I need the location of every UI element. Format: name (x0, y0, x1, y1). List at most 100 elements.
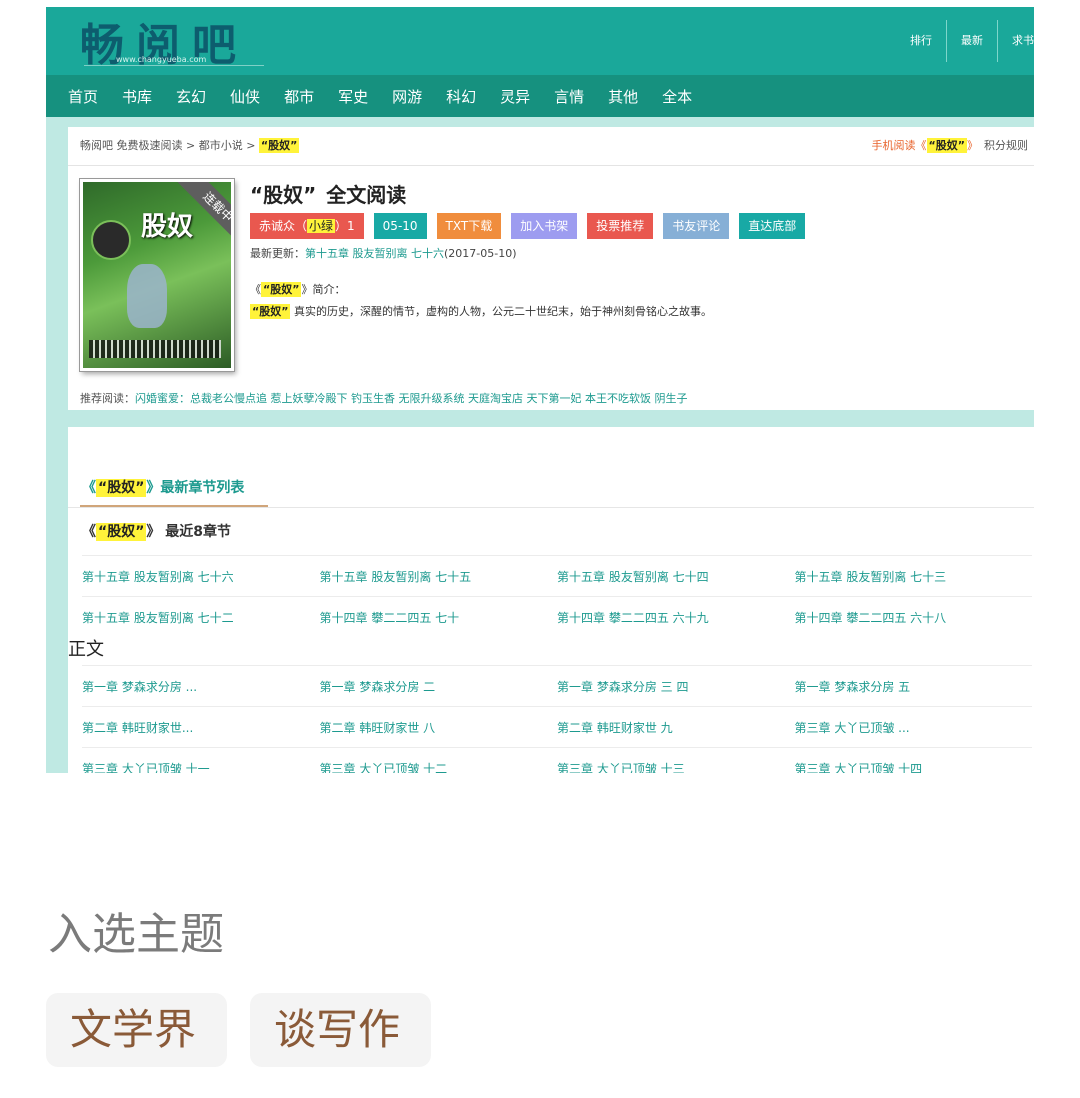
cover-strip (89, 340, 221, 358)
chapter-list-suffix: 》最新章节列表 (146, 480, 245, 496)
topic-heading: 入选主题 (48, 909, 224, 960)
nav-home[interactable]: 首页 (68, 86, 98, 107)
chapter-list-heading: 《 “股奴” 》最新章节列表 (82, 477, 244, 497)
chapter-panel: 《 “股奴” 》最新章节列表 《 “股奴” 》 最近8章节 第十五章 股友暂别离 七十六… (68, 427, 1034, 773)
breadcrumb-book[interactable]: “股奴” (258, 138, 300, 153)
chapter-link[interactable]: 第十五章 股友暂别离 七十三 (795, 568, 1033, 585)
jump-to-bottom-button[interactable]: 直达底部 (739, 213, 806, 239)
chapter-link[interactable]: 第十五章 股友暂别离 七十二 (82, 609, 320, 626)
recent-chapters-heading: 《 “股奴” 》 最近8章节 (82, 521, 231, 541)
chapter-link[interactable]: 第一章 梦森求分房 ... (82, 678, 320, 695)
topic-tag-writing[interactable]: 谈写作 (250, 993, 431, 1067)
update-date-badge: 05-10 (373, 213, 427, 239)
mobile-read-suffix: 》 (967, 139, 978, 152)
recent-chapter-grid: 第十五章 股友暂别离 七十六 第十五章 股友暂别离 七十五 第十五章 股友暂别离… (82, 555, 1032, 637)
chapter-link[interactable]: 第二章 韩旺财家世 九 (557, 719, 795, 736)
table-row: 第十五章 股友暂别离 七十二 第十四章 攀二二四五 七十 第十四章 攀二二四五 … (82, 596, 1032, 637)
book-cover[interactable]: 股奴 连载中 (80, 179, 234, 371)
latest-date: (2017-05-10) (444, 247, 517, 260)
top-link-request[interactable]: 求书 (998, 20, 1034, 62)
chapter-list-book: “股奴” (96, 479, 147, 497)
cover-decoration (91, 220, 131, 260)
table-row: 第三章 大丫已顶皱 十一 第三章 大丫已顶皱 十二 第三章 大丫已顶皱 十三 第… (82, 747, 1032, 773)
intro-book: “股奴” (261, 282, 302, 297)
recent-prefix: 《 (82, 524, 96, 540)
chapter-link[interactable]: 第三章 大丫已顶皱 十三 (557, 760, 795, 774)
nav-military-history[interactable]: 军史 (338, 86, 368, 107)
divider (68, 507, 1034, 508)
book-title: “股奴” 全文阅读 (250, 179, 1030, 209)
mobile-read-link[interactable]: 手机阅读《 “股奴” 》积分规则 (872, 137, 1028, 153)
nav-urban[interactable]: 都市 (284, 86, 314, 107)
recommend-label: 推荐阅读： (80, 392, 135, 405)
recent-suffix: 》 最近8章节 (146, 524, 232, 540)
chapter-link[interactable]: 第三章 大丫已顶皱 十一 (82, 760, 320, 774)
points-rules-link[interactable]: 积分规则 (984, 139, 1028, 152)
nav-romance[interactable]: 言情 (554, 86, 584, 107)
latest-label: 最新更新： (250, 247, 305, 260)
book-title-suffix: 全文阅读 (326, 183, 407, 207)
chapter-link[interactable]: 第三章 大丫已顶皱 十四 (795, 760, 1033, 774)
intro-prefix: 《 (250, 283, 261, 296)
cover-title: 股奴 (141, 212, 194, 242)
breadcrumb-path[interactable]: 畅阅吧 免费极速阅读 > 都市小说 > (80, 139, 259, 152)
mobile-read-prefix: 手机阅读《 (871, 139, 927, 152)
nav-xuanhuan[interactable]: 玄幻 (176, 86, 206, 107)
top-links: 排行 最新 求书 (896, 7, 1034, 75)
table-row: 第二章 韩旺财家世... 第二章 韩旺财家世 八 第二章 韩旺财家世 九 第三章… (82, 706, 1032, 747)
chapter-link[interactable]: 第三章 大丫已顶皱 十二 (320, 760, 558, 774)
chapter-link[interactable]: 第十四章 攀二二四五 六十八 (795, 609, 1033, 626)
cover-figure (127, 264, 167, 328)
chapter-link[interactable]: 第十五章 股友暂别离 七十四 (557, 568, 795, 585)
breadcrumb: 畅阅吧 免费极速阅读 > 都市小说 > “股奴” (80, 137, 300, 153)
chapter-link[interactable]: 第二章 韩旺财家世 八 (320, 719, 558, 736)
intro-body: 真实的历史，深醒的情节，虚构的人物，公元二十世纪末，始于神州刻骨铭心之故事。 (290, 305, 712, 318)
mobile-read-book: “股奴” (926, 138, 967, 153)
recommended-reading: 推荐阅读：闪婚蜜爱：总裁老公慢点追 惹上妖孽冷殿下 钓玉生香 无限升级系统 天庭… (80, 390, 687, 406)
add-to-shelf-button[interactable]: 加入书架 (511, 213, 578, 239)
site-header: 畅阅吧 www.changyueba.com 排行 最新 求书 (46, 7, 1034, 75)
nav-xianxia[interactable]: 仙侠 (230, 86, 260, 107)
action-buttons: 赤诚众（ 小绿 ）1 05-10 TXT下载 加入书架 投票推荐 书友评论 直达底部 (250, 213, 1030, 239)
nav-other[interactable]: 其他 (608, 86, 638, 107)
chapter-link[interactable]: 第一章 梦森求分房 三 四 (557, 678, 795, 695)
chapter-link[interactable]: 第十五章 股友暂别离 七十六 (82, 568, 320, 585)
chapter-link[interactable]: 第十五章 股友暂别离 七十五 (320, 568, 558, 585)
reader-reviews-button[interactable]: 书友评论 (663, 213, 730, 239)
chapter-link[interactable]: 第三章 大丫已顶皱 ... (795, 719, 1033, 736)
author-label: 赤诚众（ (259, 219, 308, 233)
intro-heading: 《 “股奴” 》简介： (250, 281, 1030, 297)
book-info-panel: 畅阅吧 免费极速阅读 > 都市小说 > “股奴” 手机阅读《 “股奴” 》积分规则 … (68, 127, 1034, 410)
chapter-link[interactable]: 第十四章 攀二二四五 六十九 (557, 609, 795, 626)
chapter-list-prefix: 《 (82, 480, 96, 496)
author-highlight: 小绿 (307, 219, 336, 233)
nav-supernatural[interactable]: 灵异 (500, 86, 530, 107)
book-title-name: “股奴” (250, 183, 317, 207)
chapter-link[interactable]: 第一章 梦森求分房 二 (320, 678, 558, 695)
logo-underline (84, 65, 264, 66)
nav-library[interactable]: 书库 (122, 86, 152, 107)
main-text-label: 正文 (68, 639, 104, 660)
vote-recommend-button[interactable]: 投票推荐 (587, 213, 654, 239)
author-suffix: ）1 (335, 219, 355, 233)
recommend-links[interactable]: 闪婚蜜爱：总裁老公慢点追 惹上妖孽冷殿下 钓玉生香 无限升级系统 天庭淘宝店 天… (135, 392, 687, 405)
top-link-rank[interactable]: 排行 (896, 20, 947, 62)
chapter-link[interactable]: 第一章 梦森求分房 五 (795, 678, 1033, 695)
nav-complete[interactable]: 全本 (662, 86, 692, 107)
nav-online-game[interactable]: 网游 (392, 86, 422, 107)
intro-text: “股奴” 真实的历史，深醒的情节，虚构的人物，公元二十世纪末，始于神州刻骨铭心之… (250, 303, 1030, 319)
main-chapter-grid: 第一章 梦森求分房 ... 第一章 梦森求分房 二 第一章 梦森求分房 三 四 … (82, 665, 1032, 773)
top-link-latest[interactable]: 最新 (947, 20, 998, 62)
nav-scifi[interactable]: 科幻 (446, 86, 476, 107)
latest-chapter-link[interactable]: 第十五章 股友暂别离 七十六 (305, 247, 444, 260)
author-button[interactable]: 赤诚众（ 小绿 ）1 (250, 213, 364, 239)
site-logo[interactable]: 畅阅吧 www.changyueba.com (80, 9, 280, 71)
chapter-link[interactable]: 第十四章 攀二二四五 七十 (320, 609, 558, 626)
intro-suffix: 》简介： (301, 283, 346, 296)
novel-site-screenshot: 畅阅吧 www.changyueba.com 排行 最新 求书 首页 书库 玄幻… (46, 7, 1034, 773)
divider (68, 165, 1034, 166)
intro-text-book: “股奴” (250, 304, 291, 319)
txt-download-button[interactable]: TXT下载 (436, 213, 502, 239)
topic-tag-literature[interactable]: 文学界 (46, 993, 227, 1067)
chapter-link[interactable]: 第二章 韩旺财家世... (82, 719, 320, 736)
